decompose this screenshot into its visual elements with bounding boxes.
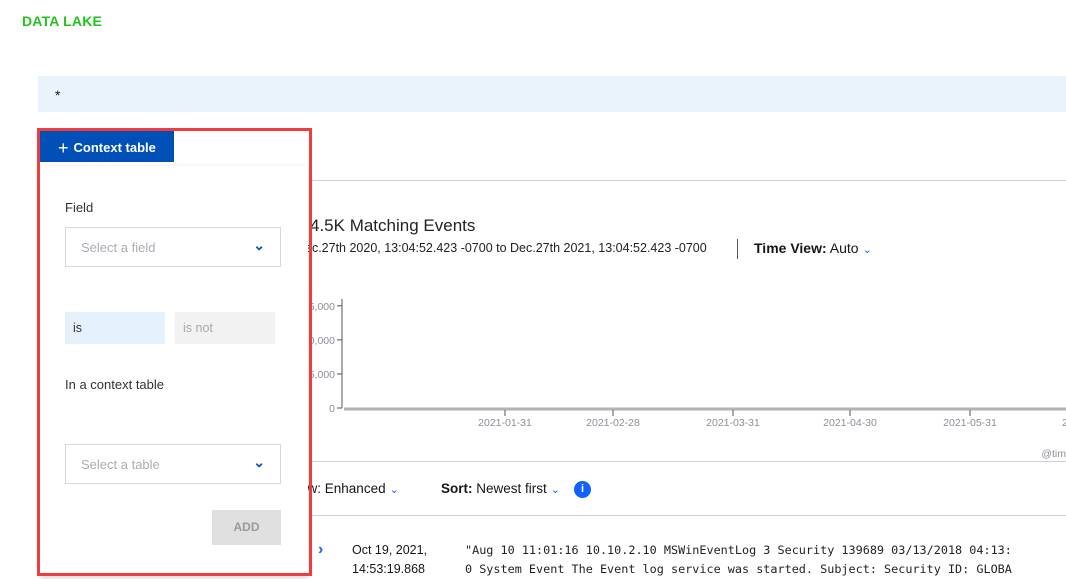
divider xyxy=(310,461,1066,462)
x-tick-label: 2021-02-28 xyxy=(586,417,640,429)
view-dropdown[interactable]: ew: Enhanced ⌄ xyxy=(300,481,399,496)
sort-dropdown[interactable]: Sort: Newest first ⌄ xyxy=(441,481,560,496)
time-view-value: Auto xyxy=(829,240,859,256)
results-title: 4.5K Matching Events xyxy=(310,216,476,235)
chevron-down-icon: ⌄ xyxy=(862,244,872,256)
event-line: 0 System Event The Event log service was… xyxy=(465,562,1012,576)
divider xyxy=(737,239,738,259)
x-tick-label: 2021-03-31 xyxy=(706,417,760,429)
time-view-label: Time View: xyxy=(754,240,827,256)
highlight-box xyxy=(37,128,312,576)
chevron-down-icon: ⌄ xyxy=(550,484,560,496)
event-timestamp: Oct 19, 2021, 14:53:19.868 xyxy=(352,541,427,579)
sort-label: Sort: xyxy=(441,481,473,496)
brand-title: DATA LAKE xyxy=(22,13,103,29)
time-range: ec.27th 2020, 13:04:52.423 -0700 to Dec.… xyxy=(305,241,707,255)
event-line: "Aug 10 11:01:16 10.10.2.10 MSWinEventLo… xyxy=(465,543,1012,557)
x-axis-label: @tim xyxy=(1041,448,1066,460)
info-icon[interactable]: i xyxy=(574,481,591,498)
x-tick-label: 2021-04-30 xyxy=(823,417,877,429)
event-histogram: 15,00010,0005,00002021-01-31 2021-02-28 20… xyxy=(303,299,1066,460)
divider xyxy=(310,180,1066,181)
event-date: Oct 19, 2021, xyxy=(352,543,428,557)
event-message: "Aug 10 11:01:16 10.10.2.10 MSWinEventLo… xyxy=(465,541,1012,579)
chevron-down-icon: ⌄ xyxy=(389,484,399,496)
divider xyxy=(310,515,1066,516)
expand-row-chevron-icon[interactable]: › xyxy=(318,541,323,559)
x-tick-label: 2021-05-31 xyxy=(943,417,997,429)
view-value: Enhanced xyxy=(324,481,386,496)
y-tick-label: 5,000 xyxy=(309,369,335,381)
event-time: 14:53:19.868 xyxy=(352,562,425,576)
x-tick-label: 2021-01-31 xyxy=(478,417,532,429)
x-tick-label: 20 xyxy=(1062,417,1066,429)
y-tick-label: 0 xyxy=(329,403,335,415)
time-view-dropdown[interactable]: Time View: Auto ⌄ xyxy=(754,240,872,256)
query-input[interactable]: * xyxy=(38,76,1066,112)
sort-value: Newest first xyxy=(476,481,547,496)
